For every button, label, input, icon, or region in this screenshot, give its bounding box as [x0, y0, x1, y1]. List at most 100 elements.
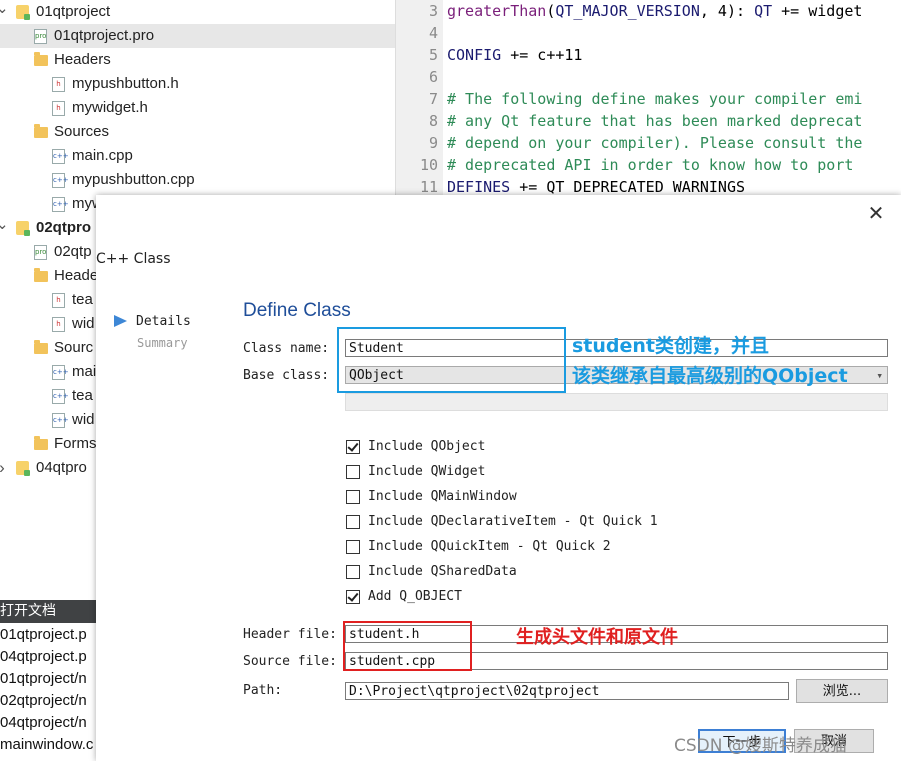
close-icon[interactable]: ✕: [864, 201, 888, 225]
tree-item-folder[interactable]: ⌄Sources: [0, 120, 395, 144]
option-checkbox[interactable]: [346, 540, 360, 554]
class-annotation-line2: 该类继承自最高级别的QObject: [572, 365, 848, 387]
current-step-arrow-icon: [114, 315, 127, 327]
class-annotation-box: [337, 327, 566, 393]
code-line: 3 greaterThan(QT_MAJOR_VERSION, 4): QT +=…: [396, 0, 901, 22]
pro-file-icon: pro: [34, 245, 47, 260]
line-number: 6: [428, 68, 438, 86]
code-line: 8 # any Qt feature that has been marked d…: [396, 110, 901, 132]
path-label: Path:: [243, 683, 283, 698]
option-checkbox-label[interactable]: Include QWidget: [368, 464, 485, 479]
tree-item-label: wid: [72, 411, 95, 428]
file-annotation-box: [343, 621, 472, 671]
tree-item-project[interactable]: ⌄ 01qtproject: [0, 0, 395, 24]
tree-item-label: Headers: [54, 51, 111, 68]
cpp-file-icon: c++: [52, 149, 69, 164]
folder-icon: [34, 436, 48, 450]
code-line: 7 # The following define makes your compi…: [396, 88, 901, 110]
line-number: 10: [419, 156, 438, 174]
header-file-label: Header file:: [243, 627, 337, 642]
line-number: 5: [428, 46, 438, 64]
line-number: 7: [428, 90, 438, 108]
line-number: 4: [428, 24, 438, 42]
tree-item-label: tea: [72, 387, 93, 404]
open-document-item[interactable]: 04qtproject/n: [0, 712, 87, 734]
option-checkbox-label[interactable]: Include QMainWindow: [368, 489, 517, 504]
chevron-down-icon[interactable]: ⌄: [0, 0, 9, 24]
chevron-down-icon: ▾: [876, 369, 883, 382]
option-checkbox[interactable]: [346, 590, 360, 604]
open-documents-panel: 打开文档 01qtproject.p 04qtproject.p 01qtproje…: [0, 600, 96, 761]
tree-item-label: 02qtp: [54, 243, 92, 260]
code-text: # depend on your compiler). Please consu…: [447, 134, 863, 152]
tree-item-label: mai: [72, 363, 97, 380]
tree-item-label: mywidget.h: [72, 99, 148, 116]
tree-item-folder[interactable]: ⌄Headers: [0, 48, 395, 72]
open-documents-header: 打开文档: [0, 600, 96, 623]
line-number: 8: [428, 112, 438, 130]
header-file-icon: h: [52, 101, 65, 116]
option-checkbox[interactable]: [346, 465, 360, 479]
cpp-file-icon: c++: [52, 173, 69, 188]
folder-icon: [34, 340, 48, 354]
tree-item-label: 02qtpro: [36, 219, 92, 236]
cpp-file-icon: c++: [52, 197, 69, 212]
code-editor[interactable]: 3 greaterThan(QT_MAJOR_VERSION, 4): QT +=…: [395, 0, 901, 196]
code-text: # The following define makes your compil…: [447, 90, 863, 108]
tree-item-file[interactable]: h mypushbutton.h: [0, 72, 395, 96]
open-document-item[interactable]: mainwindow.c: [0, 734, 93, 756]
folder-icon: [34, 124, 48, 138]
base-class-label: Base class:: [243, 368, 330, 383]
tree-item-label: Sources: [54, 123, 110, 140]
code-line: 5 CONFIG += c++11: [396, 44, 901, 66]
option-checkbox-label[interactable]: Include QDeclarativeItem - Qt Quick 1: [368, 514, 658, 529]
header-file-icon: h: [52, 317, 65, 332]
tree-item-label: 01qtproject.pro: [54, 27, 155, 44]
tree-item-label: Heade: [54, 267, 99, 284]
step-details: Details: [136, 314, 191, 329]
option-checkbox[interactable]: [346, 515, 360, 529]
tree-item-file[interactable]: c++ mypushbutton.cpp: [0, 168, 395, 192]
source-file-label: Source file:: [243, 654, 337, 669]
option-checkbox[interactable]: [346, 565, 360, 579]
page-title: Define Class: [243, 300, 351, 321]
open-document-item[interactable]: 02qtproject/n: [0, 690, 87, 712]
option-checkbox-label[interactable]: Include QSharedData: [368, 564, 517, 579]
path-input[interactable]: D:\Project\qtproject\02qtproject: [345, 682, 789, 700]
tree-item-file[interactable]: h mywidget.h: [0, 96, 395, 120]
code-line: 9 # depend on your compiler). Please cons…: [396, 132, 901, 154]
open-document-item[interactable]: 04qtproject.p: [0, 646, 87, 668]
cpp-file-icon: c++: [52, 413, 69, 428]
option-checkbox-label[interactable]: Include QObject: [368, 439, 485, 454]
option-checkbox[interactable]: [346, 440, 360, 454]
option-checkbox-label[interactable]: Add Q_OBJECT: [368, 589, 462, 604]
tree-item-file[interactable]: c++ main.cpp: [0, 144, 395, 168]
line-number: 9: [428, 134, 438, 152]
chevron-down-icon[interactable]: ⌄: [0, 216, 9, 240]
tree-item-file[interactable]: pro 01qtproject.pro: [0, 24, 395, 48]
disabled-field: [345, 393, 888, 411]
browse-button[interactable]: 浏览...: [796, 679, 888, 703]
project-icon: [16, 461, 30, 476]
tree-item-label: Forms: [54, 435, 97, 452]
open-document-item[interactable]: 01qtproject/n: [0, 668, 87, 690]
folder-icon: [34, 268, 48, 282]
code-text: CONFIG += c++11: [447, 46, 583, 64]
project-icon: [16, 5, 30, 20]
watermark: CSDN @嫂斯特养成猫: [674, 736, 847, 756]
tree-item-label: main.cpp: [72, 147, 133, 164]
code-text: greaterThan(QT_MAJOR_VERSION, 4): QT += …: [447, 2, 863, 20]
tree-item-label: 01qtproject: [36, 3, 111, 20]
dialog-title: C++ Class: [96, 251, 171, 267]
option-checkbox[interactable]: [346, 490, 360, 504]
pro-file-icon: pro: [34, 29, 47, 44]
open-document-item[interactable]: 01qtproject.p: [0, 624, 87, 646]
header-file-icon: h: [52, 293, 65, 308]
option-checkbox-label[interactable]: Include QQuickItem - Qt Quick 2: [368, 539, 611, 554]
chevron-right-icon[interactable]: ›: [0, 456, 8, 480]
tree-item-label: wid: [72, 315, 95, 332]
tree-item-label: mypushbutton.cpp: [72, 171, 195, 188]
code-line: 10 # deprecated API in order to know how …: [396, 154, 901, 176]
class-annotation-line1: student类创建，并且: [572, 335, 770, 357]
cpp-file-icon: c++: [52, 389, 69, 404]
